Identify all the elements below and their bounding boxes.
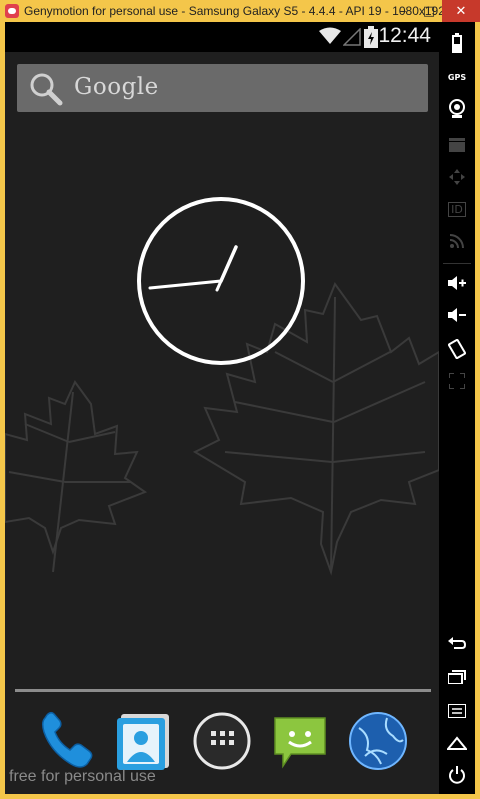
- phone-icon[interactable]: [35, 710, 97, 772]
- close-button[interactable]: ✕: [442, 0, 480, 22]
- watermark-text: free for personal use: [9, 768, 156, 785]
- wifi-icon: [319, 27, 341, 44]
- messaging-icon[interactable]: [269, 710, 331, 772]
- status-bar: 12:44: [5, 22, 439, 52]
- recent-apps-icon[interactable]: [439, 662, 475, 692]
- analog-clock-widget[interactable]: [135, 195, 307, 367]
- search-icon: [30, 73, 63, 106]
- menu-icon[interactable]: [439, 696, 475, 726]
- maximize-button[interactable]: □: [416, 0, 442, 22]
- volume-up-icon[interactable]: [439, 268, 475, 298]
- id-icon[interactable]: ID: [439, 194, 475, 224]
- dock-divider: [15, 689, 431, 692]
- clock-hour-hand: [219, 245, 238, 283]
- sidebar-separator: [443, 263, 471, 264]
- google-search-label: Google: [74, 74, 159, 100]
- status-time: 12:44: [378, 24, 431, 47]
- maple-leaf-wallpaper: [5, 281, 439, 576]
- volume-down-icon[interactable]: [439, 300, 475, 330]
- genymotion-app-icon: [5, 4, 19, 18]
- fullscreen-icon[interactable]: [439, 366, 475, 396]
- minimize-button[interactable]: –: [390, 0, 416, 22]
- genymotion-sidebar: GPS ID: [439, 22, 475, 794]
- google-search-bar[interactable]: Google: [17, 64, 428, 112]
- window-controls: – □ ✕: [390, 0, 480, 22]
- rss-icon[interactable]: [439, 226, 475, 256]
- back-icon[interactable]: [439, 628, 475, 658]
- home-icon[interactable]: [439, 728, 475, 758]
- signal-icon: [343, 28, 361, 46]
- capture-icon[interactable]: [439, 130, 475, 160]
- battery-icon[interactable]: [439, 28, 475, 58]
- device-screen[interactable]: 12:44 Google free for personal use: [5, 22, 439, 794]
- contacts-icon[interactable]: [113, 710, 175, 772]
- power-icon[interactable]: [439, 760, 475, 790]
- clock-minute-hand: [148, 279, 223, 290]
- battery-charging-icon: [364, 26, 378, 48]
- all-apps-icon[interactable]: [191, 710, 253, 772]
- window-titlebar[interactable]: Genymotion for personal use - Samsung Ga…: [0, 0, 480, 22]
- window-frame-right: [475, 22, 480, 799]
- camera-icon[interactable]: [439, 94, 475, 124]
- dpad-icon[interactable]: [439, 162, 475, 192]
- rotate-icon[interactable]: [439, 334, 475, 364]
- gps-icon[interactable]: GPS: [439, 62, 475, 92]
- browser-globe-icon[interactable]: [347, 710, 409, 772]
